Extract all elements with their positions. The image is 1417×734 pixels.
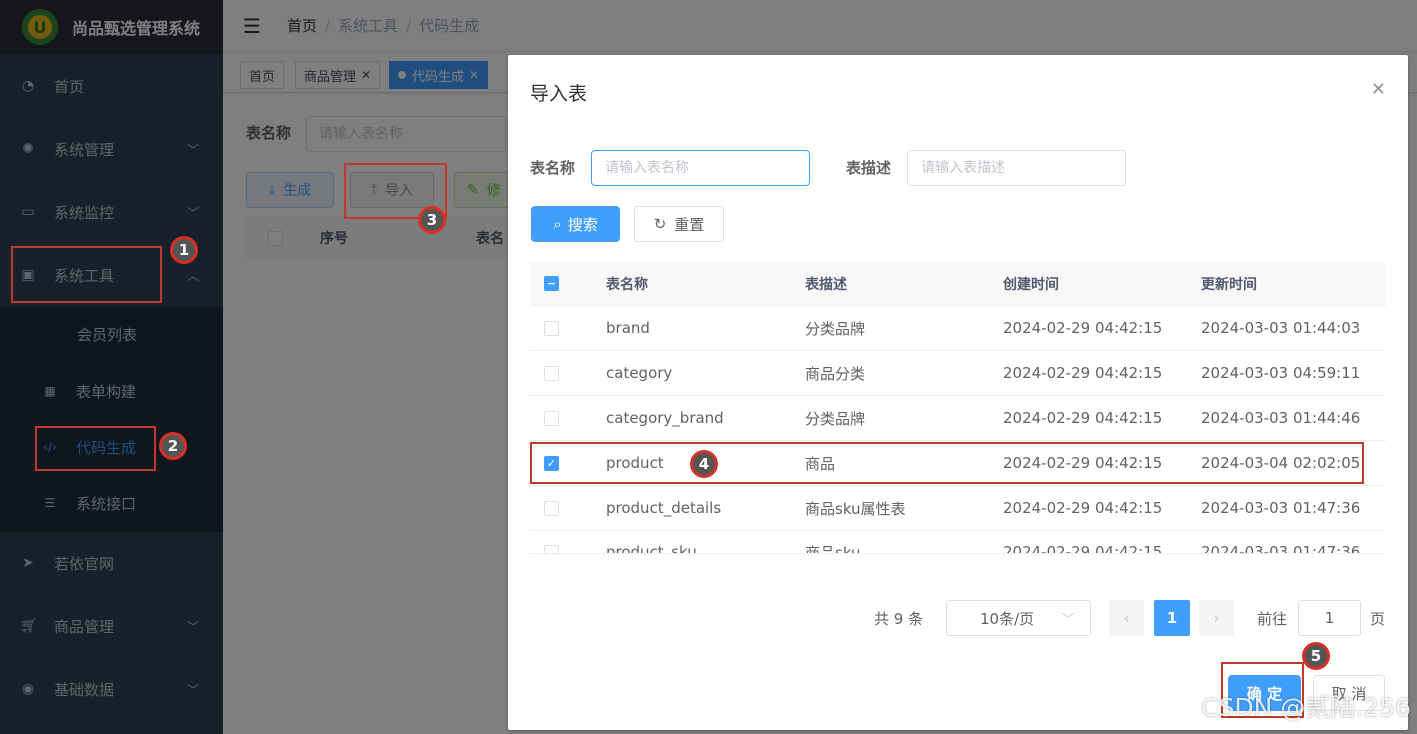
search-button[interactable]: ⌕ 搜索 [531, 206, 620, 242]
table: − 表名称 表描述 创建时间 更新时间 brand 分类品牌 2024-02-2… [530, 262, 1386, 554]
search-icon: ⌕ [553, 215, 562, 233]
goto-page-input[interactable]: 1 [1298, 600, 1361, 636]
table-name-input[interactable]: 请输入表名称 [591, 150, 810, 186]
chevron-right-icon: › [1213, 609, 1220, 627]
row-checkbox-checked[interactable]: ✓ [544, 455, 559, 471]
row-checkbox[interactable] [544, 365, 559, 381]
goto-label: 前往 [1257, 609, 1288, 628]
prev-page-button[interactable]: ‹ [1109, 600, 1144, 636]
row-checkbox[interactable] [544, 500, 559, 516]
refresh-icon: ↻ [653, 215, 667, 233]
close-icon[interactable]: ✕ [1371, 79, 1386, 100]
desc-label: 表描述 [846, 159, 892, 177]
table-desc-input[interactable]: 请输入表描述 [907, 150, 1126, 186]
select-all-checkbox[interactable]: − [544, 276, 559, 291]
page-suffix: 页 [1370, 609, 1386, 628]
name-label: 表名称 [530, 159, 576, 177]
table-row-selected[interactable]: ✓ product 商品 2024-02-29 04:42:15 2024-03… [530, 441, 1386, 486]
table-header: − 表名称 表描述 创建时间 更新时间 [530, 262, 1386, 306]
step-marker-1: 1 [170, 236, 198, 264]
table-row[interactable]: category 商品分类 2024-02-29 04:42:15 2024-0… [530, 351, 1386, 396]
row-checkbox[interactable] [544, 320, 559, 336]
page-1-button[interactable]: 1 [1154, 600, 1190, 636]
table-row[interactable]: brand 分类品牌 2024-02-29 04:42:15 2024-03-0… [530, 306, 1386, 351]
step-marker-4: 4 [690, 450, 718, 478]
table-bottom-line [530, 553, 1386, 554]
chevron-left-icon: ‹ [1123, 609, 1130, 627]
step-marker-2: 2 [159, 432, 187, 460]
pagination-total: 共 9 条 [874, 609, 924, 628]
watermark: CSDN @贰陆.256 [1201, 693, 1411, 722]
table-row[interactable]: category_brand 分类品牌 2024-02-29 04:42:15 … [530, 396, 1386, 441]
col-header-updated: 更新时间 [1201, 276, 1257, 293]
page-size-select[interactable]: 10条/页 ﹀ [946, 600, 1091, 636]
next-page-button[interactable]: › [1199, 600, 1234, 636]
reset-button[interactable]: ↻ 重置 [634, 206, 724, 242]
row-checkbox[interactable] [544, 410, 559, 426]
col-header-created: 创建时间 [1003, 276, 1059, 293]
dialog-title: 导入表 [530, 83, 588, 105]
step-marker-3: 3 [418, 206, 446, 234]
step-marker-5: 5 [1302, 642, 1330, 670]
col-header-name: 表名称 [606, 276, 648, 293]
col-header-desc: 表描述 [805, 276, 847, 293]
table-row[interactable]: product_details 商品sku属性表 2024-02-29 04:4… [530, 486, 1386, 531]
import-table-dialog: 导入表 ✕ 表名称 请输入表名称 表描述 请输入表描述 ⌕ 搜索 ↻ 重置 − 表名… [508, 55, 1408, 730]
chevron-down-icon: ﹀ [1061, 611, 1074, 626]
table-row[interactable]: product_sku 商品sku 2024-02-29 04:42:15 20… [530, 530, 1386, 554]
